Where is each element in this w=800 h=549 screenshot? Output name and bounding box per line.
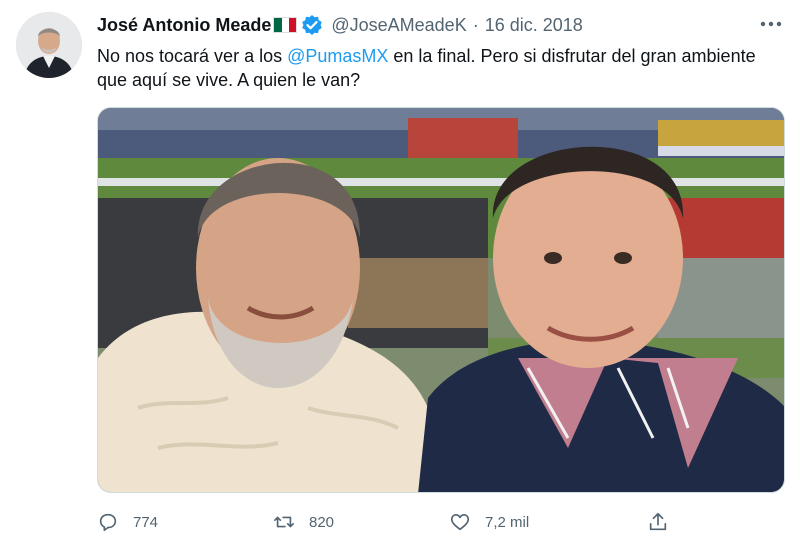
like-count: 7,2 mil <box>485 513 530 531</box>
flag-red-stripe <box>289 18 297 32</box>
more-dots-icon[interactable] <box>758 14 784 34</box>
separator-dot: · <box>472 14 479 35</box>
reply-button[interactable]: 774 <box>97 506 158 538</box>
tweet-header: José Antonio Meade @JoseAMeadeK · 16 dic… <box>97 12 583 38</box>
reply-count: 774 <box>133 513 159 531</box>
avatar[interactable] <box>16 12 82 78</box>
share-icon <box>649 512 667 531</box>
mexico-flag-icon <box>273 17 298 33</box>
retweet-icon <box>274 516 294 528</box>
share-button[interactable] <box>647 506 683 538</box>
flag-green-stripe <box>274 18 282 32</box>
tweet-photo[interactable] <box>97 107 785 493</box>
reply-icon <box>99 513 117 532</box>
author-name[interactable]: José Antonio Meade <box>97 15 271 36</box>
mention-link[interactable]: @PumasMX <box>287 46 388 66</box>
verified-badge-icon <box>301 14 323 36</box>
tweet-date[interactable]: 16 dic. 2018 <box>485 15 583 36</box>
tweet-card[interactable]: José Antonio Meade @JoseAMeadeK · 16 dic… <box>0 0 800 549</box>
author-handle[interactable]: @JoseAMeadeK <box>331 15 466 36</box>
tweet-text: No nos tocará ver a los @PumasMX en la f… <box>97 44 787 92</box>
retweet-count: 820 <box>309 513 335 531</box>
heart-icon <box>450 514 470 531</box>
retweet-button[interactable]: 820 <box>273 506 334 538</box>
tweet-text-part1: No nos tocará ver a los <box>97 46 288 66</box>
tweet-actions: 774 820 7,2 mil <box>97 506 785 538</box>
flag-white-stripe <box>281 18 290 32</box>
like-button[interactable]: 7,2 mil <box>449 506 529 538</box>
